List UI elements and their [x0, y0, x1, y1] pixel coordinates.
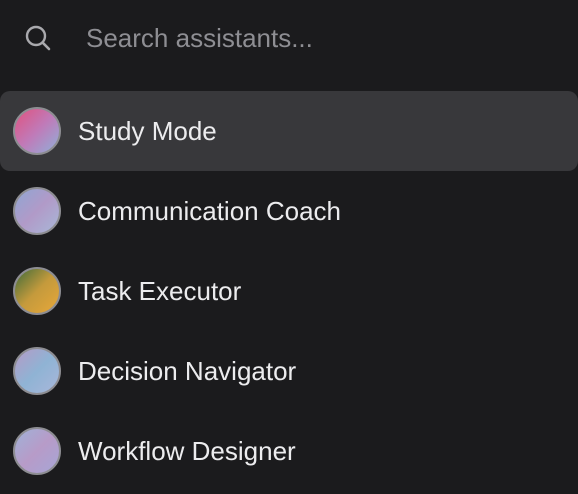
avatar: [13, 427, 61, 475]
search-input[interactable]: [86, 18, 556, 58]
assistant-item-workflow-designer[interactable]: Workflow Designer: [0, 411, 578, 491]
assistant-label: Workflow Designer: [78, 436, 296, 466]
avatar: [13, 187, 61, 235]
assistant-label: Study Mode: [78, 116, 217, 146]
assistant-item-task-executor[interactable]: Task Executor: [0, 251, 578, 331]
avatar: [13, 347, 61, 395]
search-bar: [0, 0, 578, 78]
assistant-item-communication-coach[interactable]: Communication Coach: [0, 171, 578, 251]
assistant-label: Task Executor: [78, 276, 242, 306]
assistant-label: Communication Coach: [78, 196, 342, 226]
assistant-list: Study Mode Communication Coach Task Exec…: [0, 91, 578, 491]
assistant-item-decision-navigator[interactable]: Decision Navigator: [0, 331, 578, 411]
search-icon: [25, 25, 51, 51]
assistant-item-study-mode[interactable]: Study Mode: [0, 91, 578, 171]
assistant-picker-panel: Study Mode Communication Coach Task Exec…: [0, 0, 578, 494]
assistant-label: Decision Navigator: [78, 356, 297, 386]
avatar: [13, 267, 61, 315]
avatar: [13, 107, 61, 155]
